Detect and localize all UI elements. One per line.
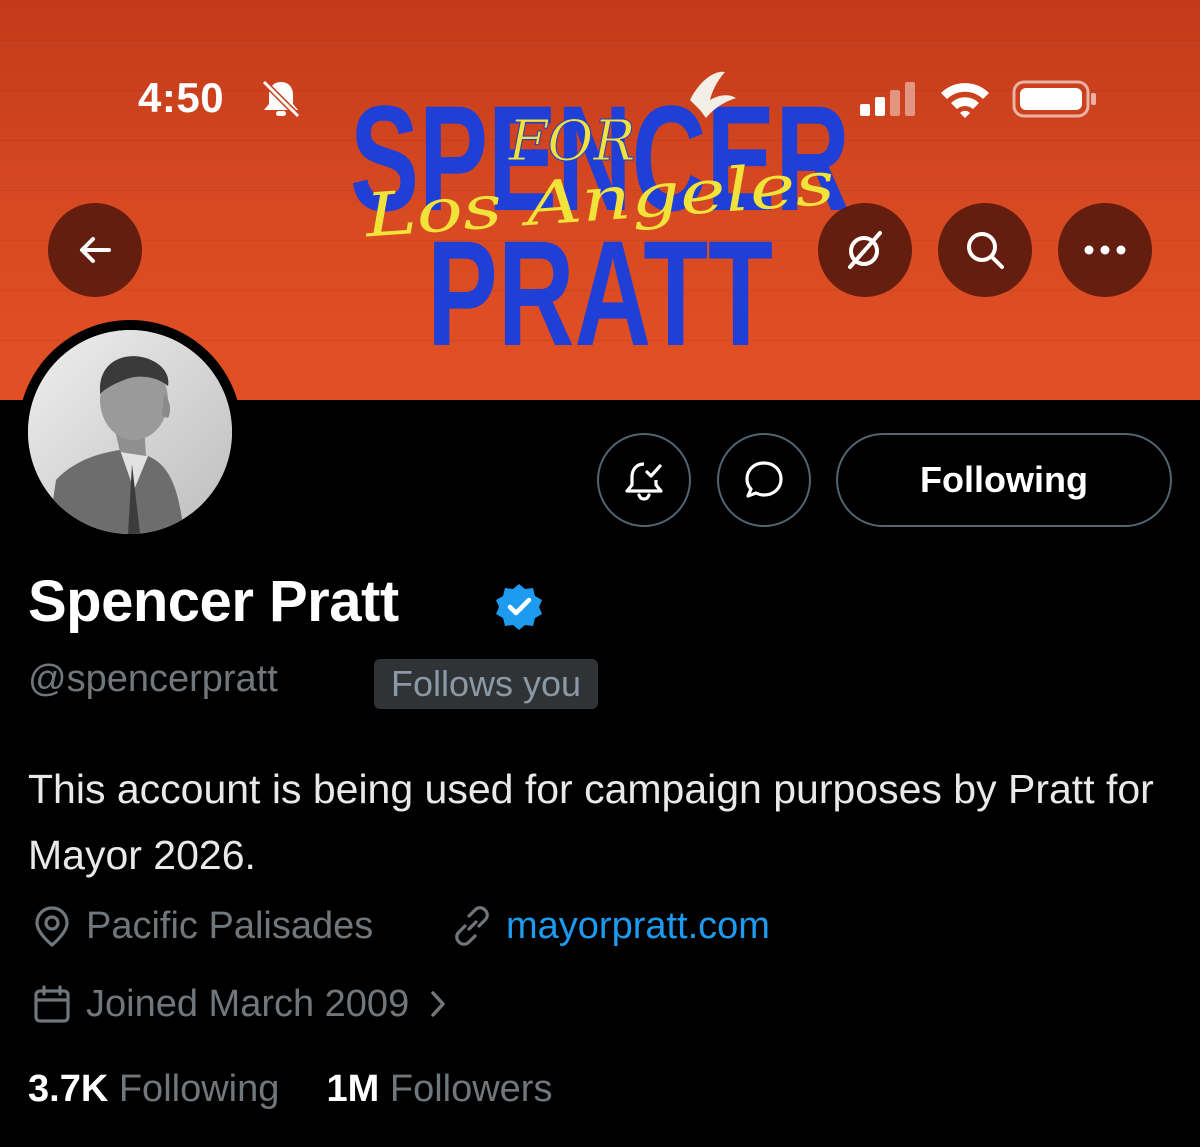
link-icon: [455, 906, 489, 946]
status-time: 4:50: [138, 74, 225, 121]
cellular-signal-icon: [860, 82, 915, 116]
avatar[interactable]: [18, 320, 242, 544]
search-button[interactable]: [938, 203, 1032, 297]
following-count: 3.7K: [28, 1068, 109, 1110]
avatar-photo: [28, 330, 232, 534]
calendar-icon: [34, 985, 70, 1023]
website-link[interactable]: mayorpratt.com: [506, 905, 770, 948]
followers-count: 1M: [326, 1068, 380, 1110]
followers-label: Followers: [389, 1068, 553, 1110]
arrow-left-icon: [80, 237, 111, 263]
search-icon: [967, 232, 1004, 269]
joined-date[interactable]: Joined March 2009: [30, 982, 453, 1026]
back-button[interactable]: [48, 203, 142, 297]
bell-slash-icon: [261, 79, 301, 118]
following-button[interactable]: Following: [836, 433, 1172, 527]
handle: @spencerpratt: [28, 658, 278, 700]
verified-badge-icon: [496, 584, 542, 630]
bio: This account is being used for campaign …: [28, 766, 1154, 878]
following-label: Following: [118, 1068, 280, 1110]
more-button[interactable]: [1058, 203, 1152, 297]
joined-text: Joined March 2009: [86, 982, 410, 1025]
follows-you-badge: Follows you: [374, 659, 599, 709]
location: Pacific Palisades: [30, 904, 373, 948]
bell-check-icon: [625, 462, 663, 501]
location-text: Pacific Palisades: [86, 904, 374, 947]
more-horizontal-icon: [1084, 245, 1126, 255]
wifi-icon: [941, 83, 989, 118]
following-stat[interactable]: 3.7K Following: [28, 1068, 279, 1110]
grok-icon: [848, 231, 882, 269]
website[interactable]: mayorpratt.com: [450, 904, 770, 948]
follow-stats: 3.7K Following 1M Followers: [28, 1068, 552, 1111]
message-icon: [745, 461, 783, 498]
display-name: Spencer Pratt: [28, 569, 399, 634]
notifications-button[interactable]: [597, 433, 691, 527]
battery-icon: [1012, 80, 1096, 118]
chevron-right-icon: [431, 991, 445, 1017]
grok-button[interactable]: [818, 203, 912, 297]
location-pin-icon: [35, 906, 69, 948]
followers-stat[interactable]: 1M Followers: [327, 1068, 553, 1110]
message-button[interactable]: [717, 433, 811, 527]
